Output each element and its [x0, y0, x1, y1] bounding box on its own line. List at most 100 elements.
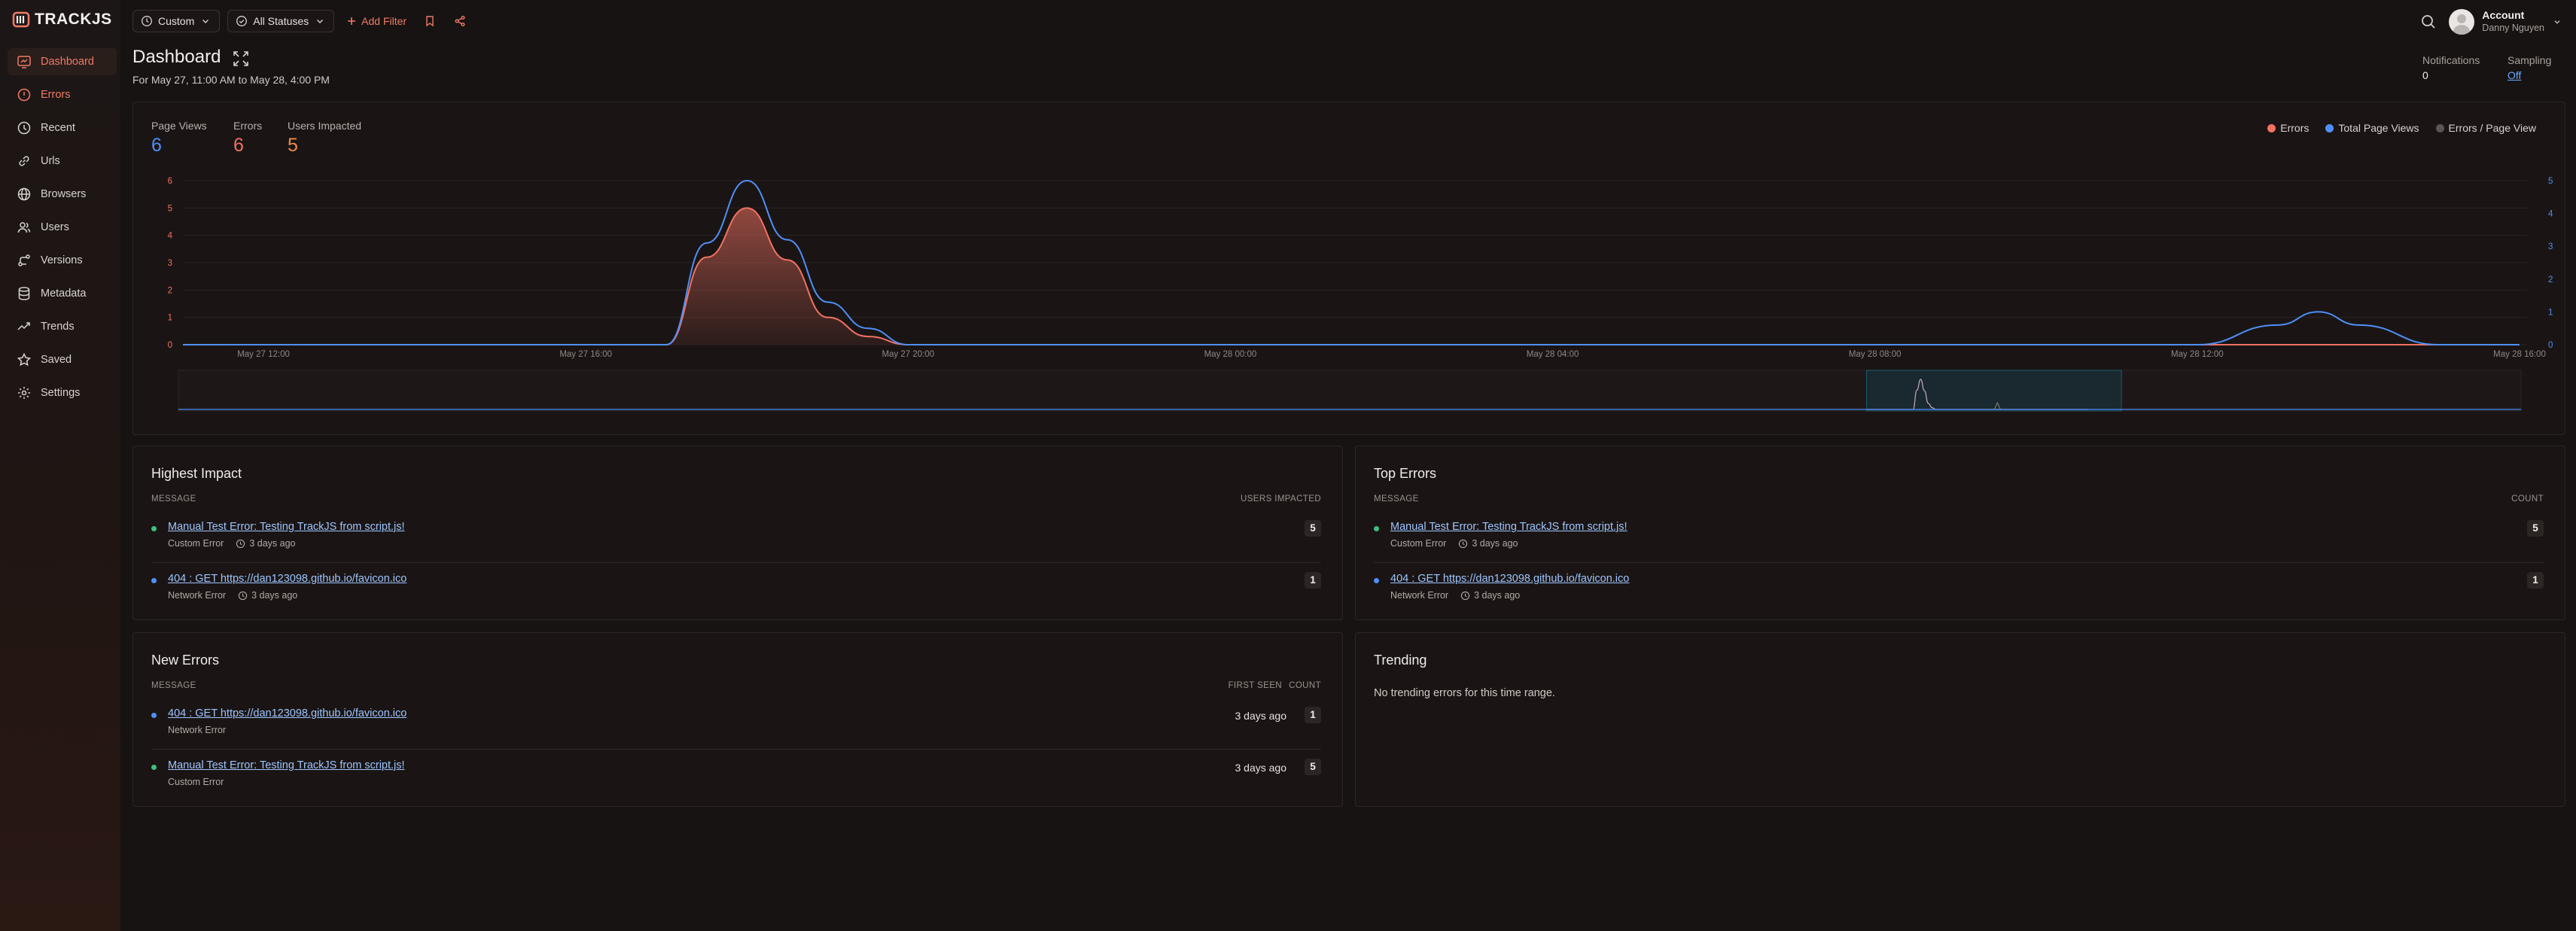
sidebar-item-label: Browsers: [41, 188, 87, 200]
status-dot: [1374, 526, 1379, 531]
error-link[interactable]: 404 : GET https://dan123098.github.io/fa…: [168, 573, 406, 585]
column-header-count: COUNT: [1289, 681, 1321, 690]
sidebar-item-recent[interactable]: Recent: [8, 114, 117, 141]
list-item: 404 : GET https://dan123098.github.io/fa…: [151, 562, 1321, 609]
y-left-tick-label: 3: [168, 259, 172, 268]
error-age-text: 3 days ago: [1472, 538, 1518, 549]
clock-icon: [236, 539, 245, 548]
y-left-tick-label: 0: [168, 341, 172, 350]
status-dot: [151, 578, 157, 583]
error-meta: Network Error: [168, 725, 226, 735]
sidebar-item-label: Dashboard: [41, 56, 94, 68]
highest-impact-panel: Highest Impact MESSAGE USERS IMPACTED Ma…: [132, 446, 1343, 620]
empty-state-text: No trending errors for this time range.: [1374, 687, 1555, 699]
sidebar-item-trends[interactable]: Trends: [8, 313, 117, 340]
status-dot: [151, 526, 157, 531]
account-title: Account: [2482, 9, 2525, 22]
y-left-tick-label: 4: [168, 232, 173, 241]
errors-page-views-chart[interactable]: 0 1 2 3 4 5 6 0 1 2 3 4 5 May 27 12:00 May 27 16:00 May…: [133, 102, 2565, 434]
status-dropdown[interactable]: All Statuses: [227, 10, 335, 32]
date-range-text: For May 27, 11:00 AM to May 28, 4:00 PM: [132, 74, 330, 86]
sidebar-item-metadata[interactable]: Metadata: [8, 280, 117, 307]
panel-title: Top Errors: [1374, 466, 1437, 481]
trending-icon: [17, 322, 30, 330]
trackjs-logo[interactable]: TRACKJS: [12, 11, 112, 29]
save-filter-button[interactable]: [419, 10, 441, 32]
chevron-down-icon: [202, 20, 209, 23]
time-range-dropdown[interactable]: Custom: [132, 10, 221, 32]
panel-title: Highest Impact: [151, 466, 242, 481]
y-right-tick-label: 0: [2548, 341, 2553, 350]
page-title: Dashboard: [132, 47, 221, 67]
error-link[interactable]: 404 : GET https://dan123098.github.io/fa…: [1390, 573, 1629, 585]
logo-text: TRACKJS: [35, 11, 112, 28]
account-menu[interactable]: Account Danny Nguyen: [2449, 9, 2562, 35]
notifications-stat[interactable]: Notifications 0: [2422, 53, 2480, 84]
sidebar-item-saved[interactable]: Saved: [8, 346, 117, 373]
sidebar-item-label: Trends: [41, 321, 75, 333]
column-header-count: COUNT: [2511, 494, 2544, 504]
sidebar-item-dashboard[interactable]: Dashboard: [8, 48, 117, 75]
error-link[interactable]: 404 : GET https://dan123098.github.io/fa…: [168, 707, 406, 720]
column-header-first-seen: FIRST SEEN: [1228, 681, 1282, 690]
dashboard-icon: [17, 56, 31, 68]
y-left-tick-label: 1: [168, 314, 172, 323]
error-type: Custom Error: [1390, 538, 1447, 549]
share-button[interactable]: [449, 10, 471, 32]
git-branch-icon: [18, 254, 30, 266]
y-left-tick-label: 6: [168, 177, 172, 186]
add-filter-label: Add Filter: [361, 15, 407, 27]
panel-title: Trending: [1374, 653, 1427, 668]
error-link[interactable]: Manual Test Error: Testing TrackJS from …: [1390, 521, 1628, 533]
search-icon[interactable]: [2420, 14, 2437, 30]
y-right-tick-label: 4: [2548, 210, 2553, 219]
users-icon: [17, 222, 31, 233]
x-tick-label: May 27 20:00: [882, 350, 934, 359]
clock-icon: [17, 121, 31, 135]
sidebar-item-errors[interactable]: Errors: [8, 81, 117, 108]
error-type: Network Error: [168, 725, 227, 735]
x-tick-label: May 28 16:00: [2493, 350, 2546, 359]
first-seen-value: 3 days ago: [1235, 762, 1287, 774]
account-info: Account Danny Nguyen: [2482, 9, 2544, 34]
status-dot: [1374, 578, 1379, 583]
sidebar-item-browsers[interactable]: Browsers: [8, 181, 117, 208]
gear-icon: [18, 387, 30, 399]
sampling-toggle-link[interactable]: Off: [2507, 68, 2551, 83]
clock-icon: [1459, 539, 1468, 548]
x-tick-label: May 28 12:00: [2171, 350, 2224, 359]
error-link[interactable]: Manual Test Error: Testing TrackJS from …: [168, 521, 405, 533]
error-meta: Network Error 3 days ago: [168, 590, 297, 601]
sidebar-item-label: Users: [41, 221, 69, 233]
sidebar-item-users[interactable]: Users: [8, 214, 117, 241]
fullscreen-icon[interactable]: [232, 50, 250, 68]
error-age: 3 days ago: [1458, 538, 1518, 549]
range-selection: [1865, 370, 2122, 412]
database-icon: [18, 287, 30, 300]
sidebar-item-versions[interactable]: Versions: [8, 247, 117, 274]
add-filter-button[interactable]: Add Filter: [342, 15, 411, 27]
sidebar-item-label: Errors: [41, 89, 71, 101]
error-age: 3 days ago: [236, 538, 296, 549]
status-label: All Statuses: [253, 15, 309, 27]
sidebar-item-label: Settings: [41, 387, 81, 399]
sidebar-item-urls[interactable]: Urls: [8, 148, 117, 175]
list-item: 404 : GET https://dan123098.github.io/fa…: [1374, 562, 2544, 609]
column-header-users-impacted: USERS IMPACTED: [1241, 494, 1321, 504]
star-icon: [17, 352, 32, 367]
clock-icon: [1460, 591, 1470, 600]
error-age-text: 3 days ago: [249, 538, 296, 549]
x-tick-label: May 28 04:00: [1527, 350, 1579, 359]
list-item: Manual Test Error: Testing TrackJS from …: [1374, 516, 2544, 562]
link-icon: [19, 156, 29, 166]
y-right-tick-label: 5: [2548, 177, 2553, 186]
error-link[interactable]: Manual Test Error: Testing TrackJS from …: [168, 759, 405, 771]
chevron-down-icon: [317, 20, 324, 23]
list-item: Manual Test Error: Testing TrackJS from …: [151, 516, 1321, 562]
error-meta: Custom Error 3 days ago: [1390, 538, 1518, 549]
x-tick-label: May 28 08:00: [1849, 350, 1902, 359]
status-dot: [151, 765, 157, 770]
globe-icon: [17, 187, 31, 201]
sidebar-item-settings[interactable]: Settings: [8, 379, 117, 406]
top-right-controls: Account Danny Nguyen: [2420, 9, 2562, 35]
